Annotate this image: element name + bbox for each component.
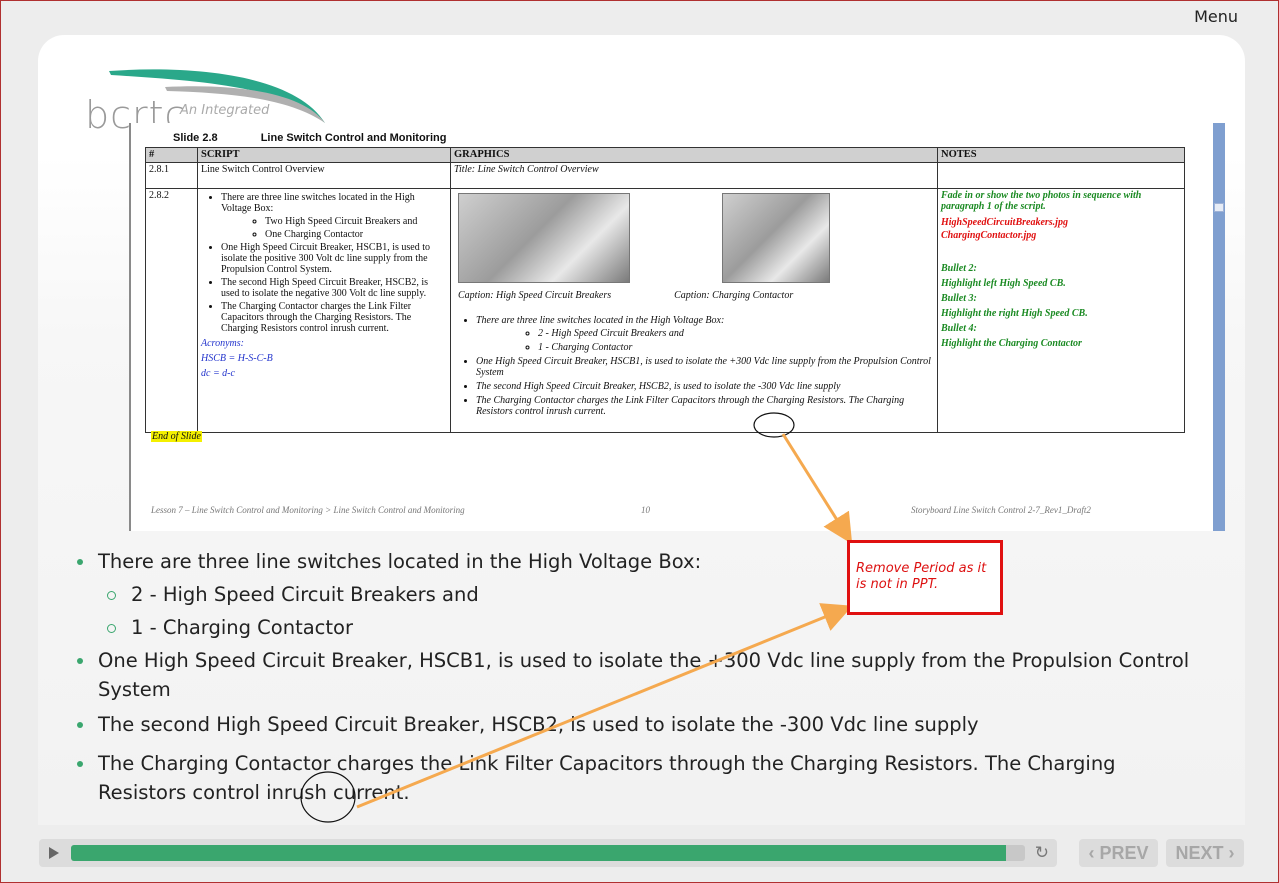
doc-slide-heading: Slide 2.8 Line Switch Control and Monito… bbox=[173, 132, 486, 144]
play-icon[interactable] bbox=[49, 847, 59, 859]
doc-footer-right: Storyboard Line Switch Control 2-7_Rev1_… bbox=[911, 505, 1091, 515]
bullet-item: The second High Speed Circuit Breaker, H… bbox=[73, 710, 1203, 739]
end-of-slide-marker: End of Slide bbox=[151, 431, 202, 442]
bullet-item: The Charging Contactor charges the Link … bbox=[73, 749, 1203, 807]
script-item: One High Speed Circuit Breaker, HSCB1, i… bbox=[221, 242, 447, 275]
acronyms-label: Acronyms: bbox=[201, 337, 244, 349]
graphics-item: One High Speed Circuit Breaker, HSCB1, i… bbox=[476, 356, 934, 378]
row-notes bbox=[937, 161, 1185, 189]
photo-high-speed-circuit-breakers bbox=[458, 192, 630, 283]
table-row: 2.8.1 Line Switch Control Overview Title… bbox=[145, 161, 1185, 189]
note-bullet2-text: Highlight left High Speed CB. bbox=[941, 277, 1066, 289]
note-bullet4-label: Bullet 4: bbox=[941, 322, 977, 334]
note-file-a: HighSpeedCircuitBreakers.jpg bbox=[941, 216, 1068, 228]
note-bullet3-label: Bullet 3: bbox=[941, 292, 977, 304]
acronym-item: HSCB = H-S-C-B bbox=[201, 352, 273, 364]
col-header-notes: NOTES bbox=[937, 147, 1185, 163]
script-sub-item: Two High Speed Circuit Breakers and bbox=[265, 216, 447, 227]
table-header-row: # SCRIPT GRAPHICS NOTES bbox=[145, 147, 1185, 163]
col-header-script: SCRIPT bbox=[197, 147, 451, 163]
note-bullet2-label: Bullet 2: bbox=[941, 262, 977, 274]
script-sub-item: One Charging Contactor bbox=[265, 229, 447, 240]
graphics-item: There are three line switches located in… bbox=[476, 315, 934, 353]
note-bullet4-text: Highlight the Charging Contactor bbox=[941, 337, 1082, 349]
prev-button[interactable]: ‹ PREV bbox=[1079, 839, 1158, 867]
doc-footer: Lesson 7 – Line Switch Control and Monit… bbox=[151, 505, 1151, 515]
progress-fill bbox=[71, 845, 1006, 861]
row-num: 2.8.1 bbox=[145, 161, 198, 189]
note-intro: Fade in or show the two photos in sequen… bbox=[941, 189, 1142, 212]
row-graphics: Caption: High Speed Circuit Breakers Cap… bbox=[450, 187, 938, 433]
bullet-item: One High Speed Circuit Breaker, HSCB1, i… bbox=[73, 646, 1203, 704]
col-header-graphics: GRAPHICS bbox=[450, 147, 938, 163]
player-bar: ↻ bbox=[39, 839, 1057, 867]
script-item: The Charging Contactor charges the Link … bbox=[221, 301, 447, 334]
progress-bar[interactable] bbox=[71, 845, 1025, 861]
doc-footer-page: 10 bbox=[641, 505, 650, 515]
row-notes: Fade in or show the two photos in sequen… bbox=[937, 187, 1185, 433]
doc-scrollbar[interactable] bbox=[1213, 123, 1225, 531]
doc-slide-title: Line Switch Control and Monitoring bbox=[260, 132, 447, 144]
row-script: Line Switch Control Overview bbox=[197, 161, 451, 189]
slide-bullets: There are three line switches located in… bbox=[73, 547, 1203, 807]
col-header-num: # bbox=[145, 147, 198, 163]
bullet-sub-item: 1 - Charging Contactor bbox=[73, 613, 1203, 642]
doc-footer-left: Lesson 7 – Line Switch Control and Monit… bbox=[151, 505, 465, 515]
photo-charging-contactor bbox=[722, 192, 830, 283]
graphics-sub-item: 1 - Charging Contactor bbox=[538, 342, 934, 353]
row-num: 2.8.2 bbox=[145, 187, 198, 433]
storyboard-table: # SCRIPT GRAPHICS NOTES 2.8.1 Line Switc… bbox=[145, 147, 1185, 433]
row-graphics: Title: Line Switch Control Overview bbox=[450, 161, 938, 189]
storyboard-document: Slide 2.8 Line Switch Control and Monito… bbox=[129, 123, 1225, 531]
bullet-sub-item: 2 - High Speed Circuit Breakers and bbox=[73, 580, 1203, 609]
graphics-sub-item: 2 - High Speed Circuit Breakers and bbox=[538, 328, 934, 339]
table-row: 2.8.2 There are three line switches loca… bbox=[145, 187, 1185, 433]
replay-icon[interactable]: ↻ bbox=[1035, 843, 1049, 863]
row-script: There are three line switches located in… bbox=[197, 187, 451, 433]
review-callout: Remove Period as it is not in PPT. bbox=[847, 540, 1003, 615]
logo-tagline: An Integrated bbox=[180, 103, 270, 118]
script-item: There are three line switches located in… bbox=[221, 192, 447, 240]
graphics-item: The Charging Contactor charges the Link … bbox=[476, 395, 934, 417]
note-file-b: ChargingContactor.jpg bbox=[941, 229, 1037, 241]
graphics-item: The second High Speed Circuit Breaker, H… bbox=[476, 381, 934, 392]
acronym-item: dc = d-c bbox=[201, 367, 235, 379]
script-item: The second High Speed Circuit Breaker, H… bbox=[221, 277, 447, 299]
bullet-item: There are three line switches located in… bbox=[73, 547, 1203, 576]
doc-scrollbar-thumb[interactable] bbox=[1214, 203, 1224, 212]
next-button[interactable]: NEXT › bbox=[1166, 839, 1244, 867]
note-bullet3-text: Highlight the right High Speed CB. bbox=[941, 307, 1088, 319]
doc-slide-number: Slide 2.8 bbox=[173, 132, 218, 144]
menu-button[interactable]: Menu bbox=[1194, 7, 1238, 26]
